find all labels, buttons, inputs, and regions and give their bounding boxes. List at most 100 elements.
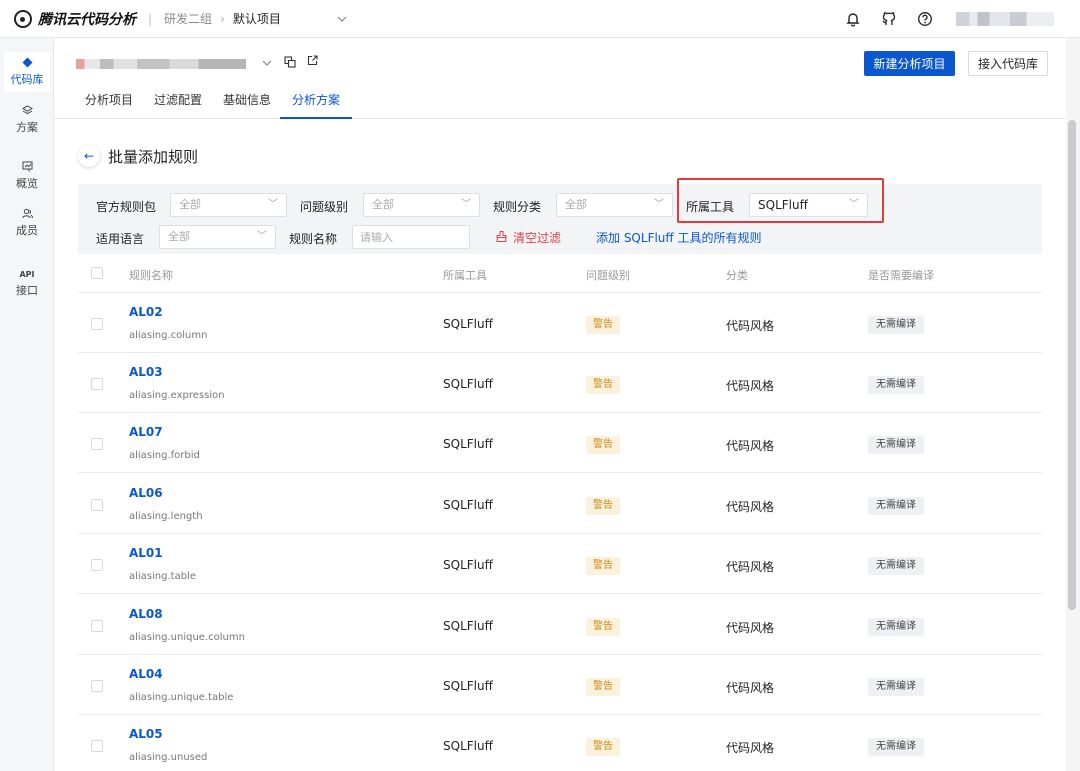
row-checkbox[interactable] [91,318,103,330]
table-row: AL06 aliasing.length SQLFluff 警告 代码风格 无需… [78,474,1042,534]
row-checkbox[interactable] [91,499,103,511]
sidebar-item-label: 概览 [16,177,38,190]
compile-badge: 无需编译 [868,497,924,515]
breadcrumb-arrow-icon: › [220,11,225,26]
select-all-checkbox[interactable] [91,267,103,279]
level-badge: 警告 [586,497,620,515]
level-badge: 警告 [586,618,620,636]
language-select[interactable]: 全部 ﹀ [159,225,276,249]
new-analysis-project-button[interactable]: 新建分析项目 [864,51,955,76]
row-checkbox[interactable] [91,438,103,450]
compile-badge: 无需编译 [868,738,924,756]
project-switch-chevron-down-icon[interactable] [337,12,347,25]
layers-icon [21,105,33,118]
rule-description: aliasing.forbid [129,450,200,461]
rule-description: aliasing.expression [129,390,225,401]
brand-logo-icon [14,9,32,28]
copy-icon[interactable] [284,56,296,71]
rule-description: aliasing.table [129,571,196,582]
chevron-down-icon: ﹀ [257,231,267,242]
header-category: 分类 [726,269,748,282]
rule-code-link[interactable]: AL02 [129,305,163,319]
row-checkbox[interactable] [91,378,103,390]
top-bar: 腾讯云代码分析 | 研发二组 › 默认项目 [0,0,1080,38]
sidebar-item-overview[interactable]: 概览 [4,156,50,196]
add-all-tool-rules-link[interactable]: 添加 SQLFluff 工具的所有规则 [596,229,762,246]
rule-description: aliasing.unique.column [129,632,245,643]
tab-analysis-schemes[interactable]: 分析方案 [280,88,353,119]
project-name-redacted [76,59,246,69]
language-value: 全部 [168,230,190,243]
rule-tool: SQLFluff [443,679,493,693]
rule-name-label: 规则名称 [289,232,338,246]
tab-basic-info[interactable]: 基础信息 [223,88,271,119]
level-badge: 警告 [586,436,620,454]
sidebar: 代码库 方案 概览 成员 API 接口 [0,38,54,771]
help-icon[interactable] [914,8,936,30]
table-row: AL02 aliasing.column SQLFluff 警告 代码风格 无需… [78,293,1042,353]
language-label: 适用语言 [96,232,145,246]
rule-name-input[interactable] [352,225,470,249]
rule-tool: SQLFluff [443,558,493,572]
header-rule-name: 规则名称 [129,269,173,282]
breadcrumb-team[interactable]: 研发二组 [164,10,212,27]
sidebar-item-schemes[interactable]: 方案 [4,100,50,140]
chart-icon [22,161,33,174]
rule-category: 代码风格 [726,741,775,755]
row-checkbox[interactable] [91,620,103,632]
sidebar-item-api[interactable]: API 接口 [4,263,50,303]
page-title: 批量添加规则 [108,148,199,166]
rule-category: 代码风格 [726,379,775,393]
rule-code-link[interactable]: AL04 [129,667,163,681]
rule-tool: SQLFluff [443,377,493,391]
clear-filters-label: 清空过滤 [513,231,562,245]
sidebar-item-repos[interactable]: 代码库 [4,52,50,92]
category-select[interactable]: 全部 ﹀ [556,193,673,217]
connect-repo-button[interactable]: 接入代码库 [968,51,1048,76]
tool-filter-highlight [677,178,884,223]
external-link-icon[interactable] [307,55,318,69]
rule-code-link[interactable]: AL05 [129,727,163,741]
official-pack-select[interactable]: 全部 ﹀ [170,193,287,217]
table-row: AL07 aliasing.forbid SQLFluff 警告 代码风格 无需… [78,413,1042,473]
rule-description: aliasing.length [129,511,203,522]
rule-code-link[interactable]: AL07 [129,425,163,439]
github-icon[interactable] [878,8,900,30]
header-compile: 是否需要编译 [868,269,934,282]
sidebar-item-members[interactable]: 成员 [4,203,50,243]
user-avatar[interactable] [956,12,1054,26]
rule-code-link[interactable]: AL01 [129,546,163,560]
row-checkbox[interactable] [91,559,103,571]
project-chevron-down-icon[interactable] [262,56,272,69]
rule-category: 代码风格 [726,560,775,574]
clear-filters-link[interactable]: 清空过滤 [496,229,561,246]
level-badge: 警告 [586,557,620,575]
bell-icon[interactable] [842,8,864,30]
page-scrollbar-thumb[interactable] [1068,120,1076,610]
compile-badge: 无需编译 [868,436,924,454]
sidebar-item-label: 成员 [16,224,38,237]
brand-logo[interactable]: 腾讯云代码分析 [14,9,136,29]
level-select[interactable]: 全部 ﹀ [363,193,480,217]
category-value: 全部 [565,198,587,211]
back-button[interactable]: ← [78,145,100,167]
header-level: 问题级别 [586,269,630,282]
rule-category: 代码风格 [726,500,775,514]
rule-code-link[interactable]: AL06 [129,486,163,500]
rule-description: aliasing.unused [129,752,208,763]
table-header: 规则名称 所属工具 问题级别 分类 是否需要编译 [78,255,1042,293]
breadcrumb-project[interactable]: 默认项目 [233,10,281,27]
rule-description: aliasing.column [129,330,208,341]
rule-code-link[interactable]: AL03 [129,365,163,379]
rule-tool: SQLFluff [443,619,493,633]
diamond-icon [22,57,33,70]
rule-code-link[interactable]: AL08 [129,607,163,621]
api-icon: API [19,270,35,279]
table-row: AL01 aliasing.table SQLFluff 警告 代码风格 无需编… [78,534,1042,594]
row-checkbox[interactable] [91,740,103,752]
compile-badge: 无需编译 [868,316,924,334]
rule-tool: SQLFluff [443,498,493,512]
tab-filter-config[interactable]: 过滤配置 [154,88,202,119]
tab-analysis-projects[interactable]: 分析项目 [85,88,133,119]
row-checkbox[interactable] [91,680,103,692]
